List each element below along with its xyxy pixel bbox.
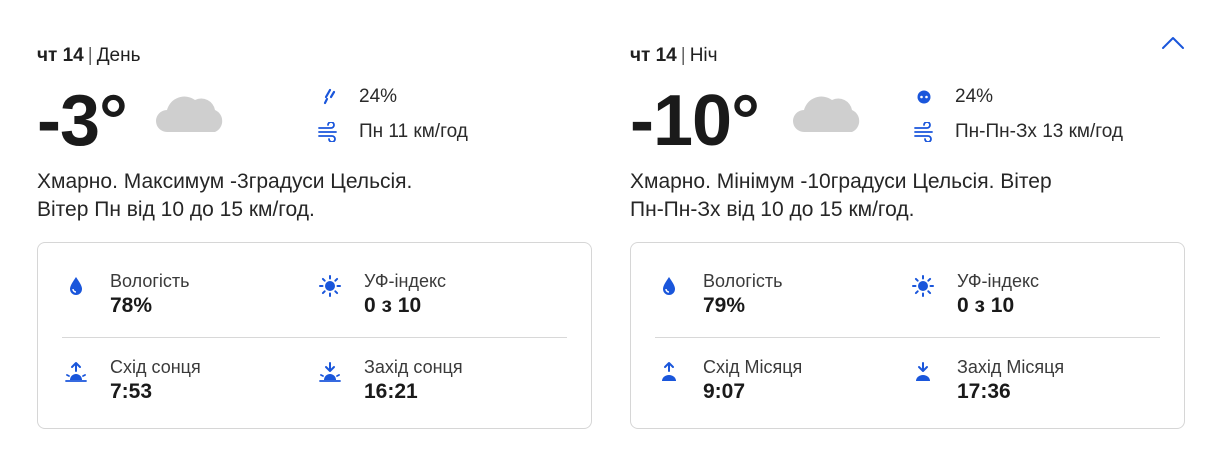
uv-value: 0 з 10	[364, 294, 422, 317]
day-summary: Хмарно. Максимум -3градуси Цельсія. Віте…	[37, 168, 597, 224]
moonset-label: Захід Місяця	[957, 357, 1065, 377]
day-forecast-panel: чт 14 | День -3° 24% Пн 11 км/год Хмарно. …	[37, 0, 597, 451]
water-drop-icon	[64, 274, 88, 298]
sunrise-stat: Схід сонця 7:53	[64, 355, 201, 405]
day-period: День	[96, 45, 141, 66]
humidity-label: Вологість	[110, 271, 190, 291]
day-precipitation: 24%	[317, 86, 397, 108]
night-period: Ніч	[689, 45, 718, 66]
wind-value: Пн 11 км/год	[359, 121, 468, 142]
wind-value: Пн-Пн-Зх 13 км/год	[955, 121, 1124, 142]
snowflake-dot-icon	[913, 86, 935, 108]
summary-line: Пн-Пн-Зх від 10 до 15 км/год.	[630, 198, 915, 221]
day-details-card: Вологість 78% УФ-індекс 0 з 10 Схід сонц…	[37, 242, 592, 429]
day-wind: Пн 11 км/год	[317, 121, 468, 143]
cloud-icon	[793, 96, 860, 132]
uv-value: 0 з 10	[957, 294, 1015, 317]
divider	[655, 337, 1160, 338]
humidity-value: 79%	[703, 294, 746, 317]
night-wind: Пн-Пн-Зх 13 км/год	[913, 121, 1123, 143]
day-heading: чт 14 | День	[37, 45, 141, 67]
day-temperature: -3°	[37, 81, 128, 161]
uv-stat: УФ-індекс 0 з 10	[911, 269, 1039, 319]
moonrise-value: 9:07	[703, 380, 746, 403]
uv-label: УФ-індекс	[364, 271, 447, 291]
chevron-up-icon	[1162, 37, 1184, 49]
night-precipitation: 24%	[913, 86, 993, 108]
moonset-icon	[911, 360, 935, 384]
summary-line: Хмарно. Максимум -3градуси Цельсія.	[37, 170, 413, 193]
divider	[62, 337, 567, 338]
cloud-icon	[156, 96, 223, 132]
sunset-icon	[318, 360, 342, 384]
sunrise-icon	[64, 360, 88, 384]
uv-stat: УФ-індекс 0 з 10	[318, 269, 446, 319]
precipitation-value: 24%	[359, 86, 398, 107]
collapse-button[interactable]	[1158, 30, 1188, 56]
sun-icon	[911, 274, 935, 298]
night-date: чт 14	[630, 45, 677, 66]
sunrise-value: 7:53	[110, 380, 153, 403]
moonrise-label: Схід Місяця	[703, 357, 803, 377]
water-drop-icon	[657, 274, 681, 298]
sunrise-label: Схід сонця	[110, 357, 201, 377]
moonset-stat: Захід Місяця 17:36	[911, 355, 1064, 405]
humidity-label: Вологість	[703, 271, 783, 291]
wind-icon	[317, 121, 339, 143]
moonset-value: 17:36	[957, 380, 1011, 403]
night-temperature: -10°	[630, 81, 760, 161]
separator: |	[680, 45, 686, 66]
rain-drops-icon	[317, 86, 339, 108]
separator: |	[87, 45, 93, 66]
sunset-stat: Захід сонця 16:21	[318, 355, 463, 405]
summary-line: Вітер Пн від 10 до 15 км/год.	[37, 198, 315, 221]
uv-label: УФ-індекс	[957, 271, 1040, 291]
sun-icon	[318, 274, 342, 298]
sunset-value: 16:21	[364, 380, 418, 403]
sunset-label: Захід сонця	[364, 357, 463, 377]
night-heading: чт 14 | Ніч	[630, 45, 718, 67]
humidity-stat: Вологість 78%	[64, 269, 190, 319]
moonrise-icon	[657, 360, 681, 384]
night-details-card: Вологість 79% УФ-індекс 0 з 10 Схід Міся…	[630, 242, 1185, 429]
summary-line: Хмарно. Мінімум -10градуси Цельсія. Віте…	[630, 170, 1052, 193]
humidity-stat: Вологість 79%	[657, 269, 783, 319]
night-summary: Хмарно. Мінімум -10градуси Цельсія. Віте…	[630, 168, 1190, 224]
wind-icon	[913, 121, 935, 143]
day-date: чт 14	[37, 45, 84, 66]
moonrise-stat: Схід Місяця 9:07	[657, 355, 802, 405]
precipitation-value: 24%	[955, 86, 994, 107]
night-forecast-panel: чт 14 | Ніч -10° 24% Пн-Пн-Зх 13 км/год Хм…	[630, 0, 1190, 451]
humidity-value: 78%	[110, 294, 153, 317]
